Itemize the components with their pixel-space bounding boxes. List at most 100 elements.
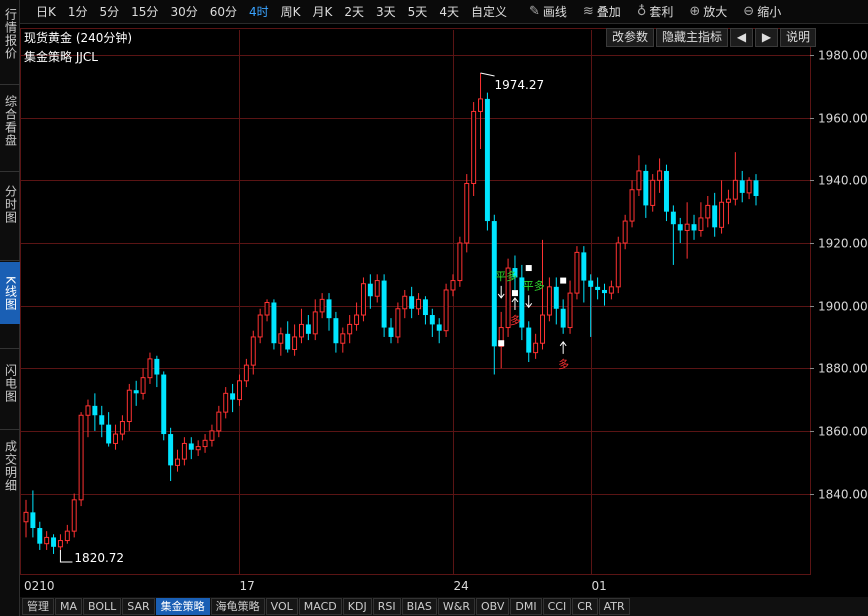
zoom-in-icon: ⊕ [689, 4, 701, 19]
signal-label: 多 [510, 313, 521, 327]
tool-pencil-button[interactable]: ✎ 画线 [521, 3, 575, 20]
candle [154, 355, 160, 388]
hide-indicator-button[interactable]: 隐藏主指标 [656, 28, 729, 47]
tool-zoom-out-button[interactable]: ⊖ 缩小 [735, 3, 789, 20]
nav-item-1[interactable]: 综合看盘 [0, 86, 20, 156]
indicator-tab-5[interactable]: 海龟策略 [210, 598, 265, 615]
indicator-tab-14[interactable]: CCI [542, 598, 572, 615]
candle [388, 318, 394, 344]
candle-body-down [663, 170, 669, 212]
timeframe-11[interactable]: 5天 [402, 3, 434, 20]
candle [698, 202, 704, 237]
candle-body-up [181, 442, 187, 460]
candle-body-up [57, 540, 63, 548]
candle [553, 277, 559, 325]
params-button[interactable]: 改参数 [606, 28, 655, 47]
nav-item-3[interactable]: K线图 [0, 262, 20, 324]
timeframe-7[interactable]: 周K [275, 3, 307, 20]
indicator-tab-13[interactable]: DMI [510, 598, 542, 615]
candle [491, 214, 497, 375]
candle [519, 264, 525, 341]
candle [250, 330, 256, 375]
signal-point [525, 265, 532, 272]
x-axis-ticks: 0210 17 24 01 [24, 579, 607, 593]
indicator-tab-2[interactable]: BOLL [83, 598, 122, 615]
indicator-tab-7[interactable]: MACD [298, 598, 342, 615]
indicator-tab-16[interactable]: ATR [598, 598, 630, 615]
candle-body-up [698, 217, 704, 231]
nav-item-4[interactable]: 闪电图 [0, 350, 20, 416]
indicator-tab-1[interactable]: MA [55, 598, 83, 615]
timeframe-1[interactable]: 1分 [62, 3, 94, 20]
indicator-tab-8[interactable]: KDJ [342, 598, 372, 615]
candle-body-down [92, 405, 98, 416]
tool-label: 放大 [703, 5, 728, 19]
tool-zoom-in-button[interactable]: ⊕ 放大 [681, 3, 735, 20]
candle [23, 499, 29, 538]
timeframe-9[interactable]: 2天 [338, 3, 370, 20]
candle [119, 415, 125, 441]
candle-body-up [126, 389, 132, 423]
candle [381, 274, 387, 337]
timeframe-13[interactable]: 自定义 [465, 3, 513, 20]
timeframe-0[interactable]: 日K [30, 3, 62, 20]
indicator-tab-15[interactable]: CR [572, 598, 598, 615]
indicator-tab-9[interactable]: RSI [372, 598, 401, 615]
timeframe-3[interactable]: 15分 [125, 3, 164, 20]
timeframe-6[interactable]: 4时 [243, 3, 275, 20]
indicator-tab-3[interactable]: SAR [122, 598, 155, 615]
candle-body-down [429, 315, 435, 325]
candle-body-down [588, 280, 594, 287]
tool-layers-button[interactable]: ≋ 叠加 [575, 3, 629, 20]
candle-body-up [567, 292, 573, 329]
candle-body-down [106, 424, 112, 444]
timeframe-4[interactable]: 30分 [164, 3, 203, 20]
help-button[interactable]: 说明 [780, 28, 817, 47]
timeframe-8[interactable]: 月K [307, 3, 339, 20]
candle-body-up [319, 298, 325, 313]
next-arrow-icon[interactable]: ▶ [755, 28, 779, 47]
x-tick-label: 0210 [24, 579, 55, 593]
candle [147, 352, 153, 384]
candle-body-up [464, 182, 470, 244]
candle [195, 440, 201, 456]
indicator-tab-11[interactable]: W&R [437, 598, 475, 615]
candle [650, 174, 656, 212]
candle [133, 380, 139, 406]
indicator-tab-6[interactable]: VOL [265, 598, 298, 615]
candlestick-chart[interactable]: 0210 17 24 01 平多多 平多多 1974.27 1820.72 1840.00… [0, 0, 868, 616]
candle [202, 434, 208, 453]
candle [271, 299, 277, 350]
indicator-tab-0[interactable]: 管理 [22, 598, 54, 615]
nav-item-0[interactable]: 行情报价 [0, 0, 20, 68]
tool-money-bag-button[interactable]: ♁ 套利 [629, 3, 682, 20]
candle [478, 73, 484, 150]
candle [422, 296, 428, 325]
candle [629, 180, 635, 228]
candle-body-up [719, 201, 725, 228]
candle [216, 405, 222, 438]
candle-body-down [677, 224, 683, 231]
candle [498, 311, 504, 369]
candle-body-up [533, 342, 539, 354]
indicator-tab-12[interactable]: OBV [476, 598, 510, 615]
timeframe-10[interactable]: 3天 [370, 3, 402, 20]
indicator-tab-4[interactable]: 集金策略 [155, 598, 210, 615]
timeframe-12[interactable]: 4天 [433, 3, 465, 20]
candle-body-up [237, 380, 242, 401]
candle [30, 490, 36, 538]
candle [615, 236, 621, 294]
nav-item-5[interactable]: 成交明细 [0, 431, 20, 501]
candle [471, 102, 477, 197]
candle-body-down [484, 98, 490, 222]
nav-item-2[interactable]: 分时图 [0, 173, 20, 235]
candle-body-up [44, 536, 50, 545]
timeframe-5[interactable]: 60分 [204, 3, 243, 20]
timeframe-2[interactable]: 5分 [94, 3, 126, 20]
candle [574, 246, 580, 300]
candle-body-up [71, 499, 77, 532]
high-pointer [480, 72, 495, 77]
indicator-tab-10[interactable]: BIAS [401, 598, 437, 615]
prev-arrow-icon[interactable]: ◀ [730, 28, 754, 47]
candle [209, 424, 215, 447]
